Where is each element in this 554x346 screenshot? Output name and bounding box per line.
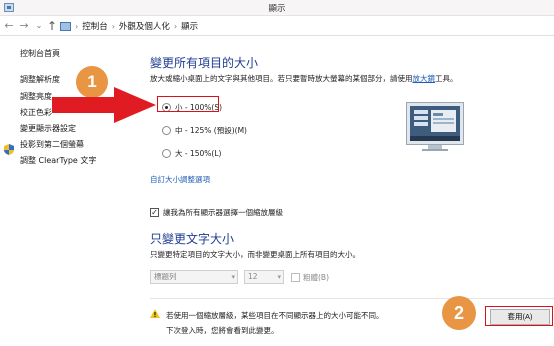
font-size-select-value: 12	[248, 272, 258, 281]
description-text-size: 只變更特定項目的文字大小，而非變更桌面上所有項目的大小。	[150, 250, 360, 259]
step-2-badge: 2	[442, 296, 476, 330]
sidebar-item-resolution[interactable]: 調整解析度	[20, 74, 60, 85]
sidebar-item-display-settings[interactable]: 變更顯示器設定	[20, 123, 76, 134]
radio-medium-label: 中 - 125% (預設)(M)	[175, 126, 247, 135]
main-content: 變更所有項目的大小 放大或縮小桌面上的文字與其他項目。若只要暫時放大螢幕的某個部…	[150, 36, 554, 346]
signin-notice-text: 下次登入時，您將會看到此變更。	[166, 326, 279, 335]
bold-label: 粗體(B)	[303, 273, 329, 282]
radio-medium[interactable]: 中 - 125% (預設)(M)	[162, 125, 247, 136]
selected-option-highlight	[157, 96, 219, 112]
forward-arrow-icon[interactable]: →	[17, 19, 31, 33]
heading-text-size: 只變更文字大小	[150, 232, 235, 246]
sidebar-item-cleartype[interactable]: 調整 ClearType 文字	[20, 155, 96, 166]
breadcrumb-display[interactable]: 顯示	[181, 20, 198, 32]
radio-large-label: 大 - 150%(L)	[175, 149, 222, 158]
radio-button[interactable]	[162, 126, 171, 135]
size-preview-monitor-icon	[406, 102, 464, 151]
item-select-value: 標題列	[154, 272, 177, 281]
bold-checkbox[interactable]	[291, 273, 300, 282]
back-arrow-icon[interactable]: ←	[2, 19, 16, 33]
breadcrumb-appearance[interactable]: 外觀及個人化	[119, 20, 170, 32]
description-suffix: 工具。	[435, 74, 458, 83]
sidebar-item-calibrate-color[interactable]: 校正色彩	[20, 107, 52, 118]
single-scaling-checkbox-row[interactable]: ✓ 讓我為所有顯示器選擇一個縮放層級	[150, 207, 283, 218]
font-size-select[interactable]: 12 ▾	[244, 270, 284, 284]
pointer-arrow-icon	[52, 87, 156, 123]
breadcrumb-control-panel[interactable]: 控制台	[82, 20, 108, 32]
custom-sizing-options-link[interactable]: 自訂大小調整選項	[150, 174, 210, 185]
control-panel-icon	[60, 21, 71, 31]
recent-locations-chevron-icon[interactable]: ⌄	[32, 19, 46, 33]
item-select[interactable]: 標題列 ▾	[150, 270, 238, 284]
chevron-down-icon: ▾	[231, 273, 235, 281]
description-change-size: 放大或縮小桌面上的文字與其他項目。若只要暫時放大螢幕的某個部分，請使用放大鏡工具…	[150, 73, 458, 84]
warning-text: 若使用一個縮放層級，某些項目在不同顯示器上的大小可能不同。	[166, 311, 384, 320]
divider	[150, 298, 554, 299]
apply-button-highlight	[485, 306, 553, 326]
breadcrumb: › 控制台 › 外觀及個人化 › 顯示	[60, 20, 198, 32]
display-settings-window: 顯示 ← → ⌄ ↑ › 控制台 › 外觀及個人化 › 顯示 控制台首頁 調整解…	[0, 0, 554, 346]
uac-shield-icon	[4, 144, 14, 155]
description-text: 放大或縮小桌面上的文字與其他項目。若只要暫時放大螢幕的某個部分，請使用	[150, 74, 413, 83]
radio-large[interactable]: 大 - 150%(L)	[162, 148, 221, 159]
up-arrow-icon[interactable]: ↑	[45, 19, 59, 33]
heading-change-size: 變更所有項目的大小	[150, 56, 259, 70]
single-scaling-checkbox[interactable]: ✓	[150, 208, 159, 217]
sidebar-item-project-second-screen[interactable]: 投影到第二個螢幕	[20, 139, 84, 150]
sidebar: 控制台首頁 調整解析度 調整亮度 校正色彩 變更顯示器設定 投影到第二個螢幕 調…	[0, 36, 140, 346]
radio-button[interactable]	[162, 149, 171, 158]
warning-icon	[150, 309, 160, 318]
magnifier-link[interactable]: 放大鏡	[413, 74, 436, 83]
breadcrumb-separator-icon[interactable]: ›	[174, 22, 177, 31]
window-title: 顯示	[268, 4, 286, 14]
single-scaling-label: 讓我為所有顯示器選擇一個縮放層級	[163, 208, 283, 217]
title-bar: 顯示	[0, 0, 554, 16]
address-bar: ← → ⌄ ↑ › 控制台 › 外觀及個人化 › 顯示	[0, 16, 554, 36]
bold-checkbox-row[interactable]: 粗體(B)	[291, 272, 329, 283]
breadcrumb-separator-icon[interactable]: ›	[75, 22, 78, 31]
sidebar-item-brightness[interactable]: 調整亮度	[20, 91, 52, 102]
breadcrumb-separator-icon[interactable]: ›	[112, 22, 115, 31]
chevron-down-icon: ▾	[277, 273, 281, 281]
sidebar-home-link[interactable]: 控制台首頁	[20, 48, 60, 59]
